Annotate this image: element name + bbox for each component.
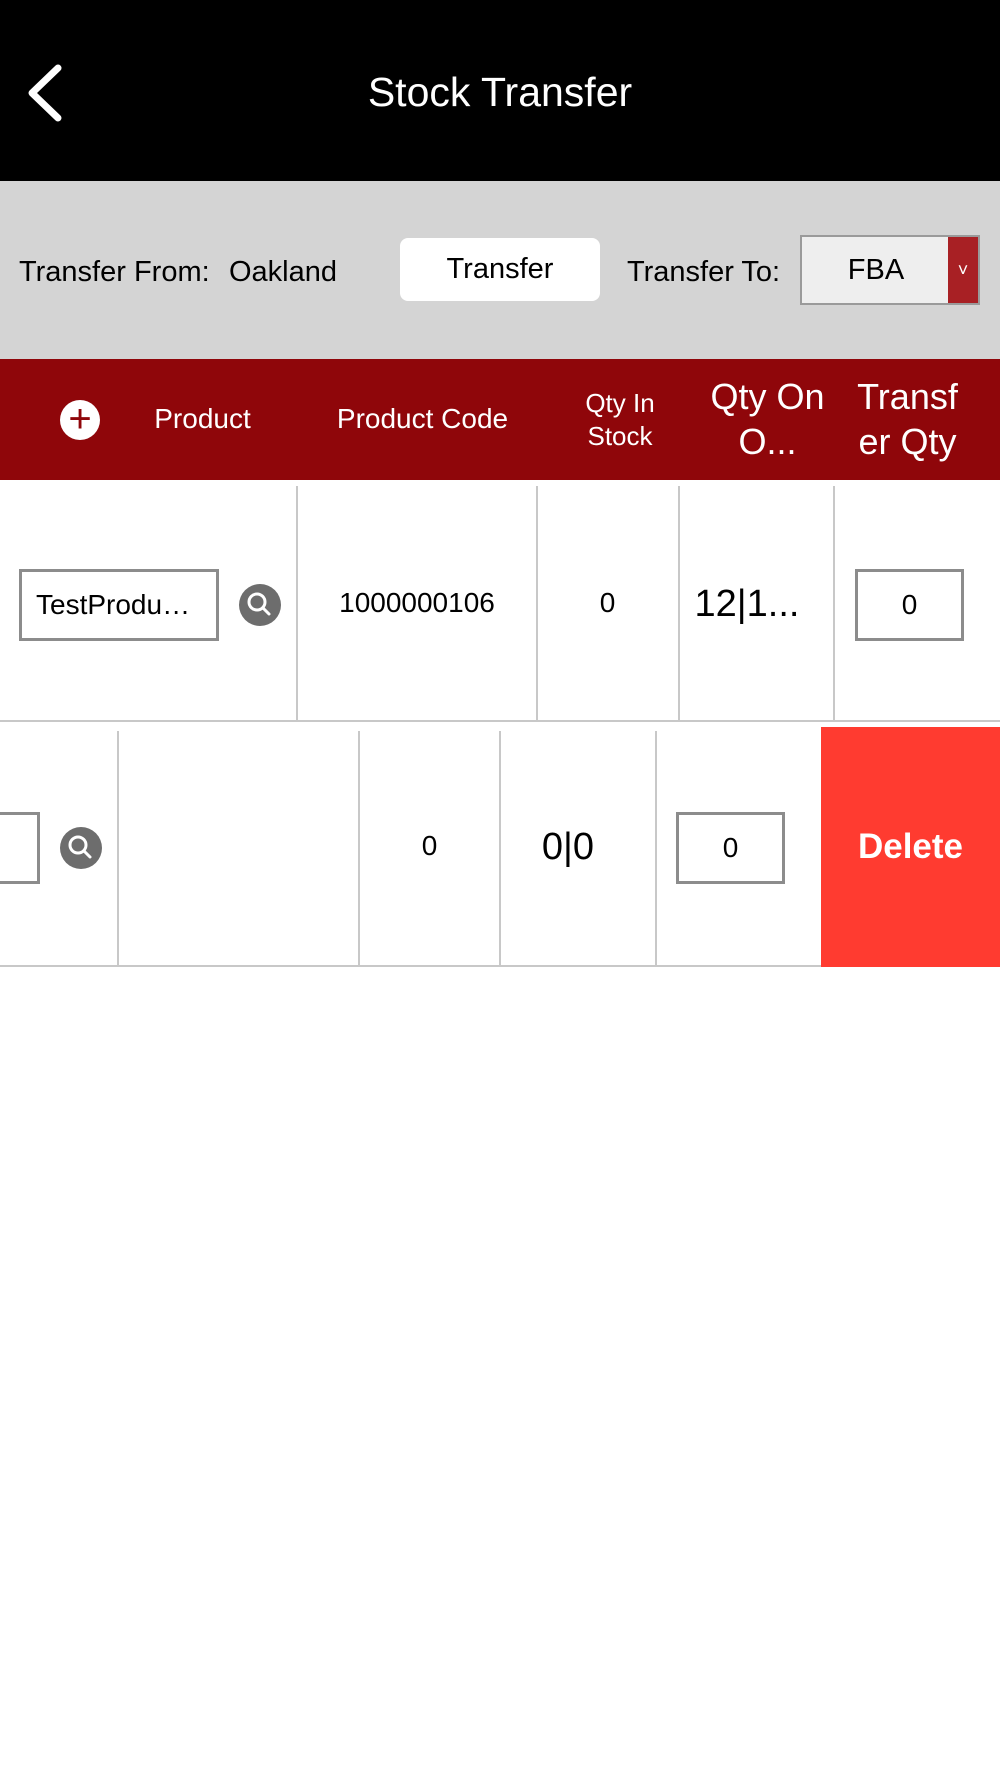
table-row: 1000000106 0 12|1... (0, 482, 1000, 722)
column-header-qty-in-stock: Qty In Stock (585, 388, 655, 451)
column-header-transfer-qty: Transf er Qty (857, 376, 958, 462)
qty-on-order-cell: 0|0 (541, 826, 595, 868)
transfer-qty-input[interactable] (855, 569, 964, 641)
transfer-to-select[interactable]: FBA ˅ (800, 235, 980, 305)
navbar: Stock Transfer (0, 0, 1000, 181)
page-title: Stock Transfer (367, 69, 633, 115)
transfer-qty-input[interactable] (676, 812, 785, 884)
chevron-down-icon[interactable]: ˅ (948, 237, 978, 303)
product-input[interactable] (0, 812, 40, 884)
qty-in-stock-cell: 0 (599, 587, 616, 618)
column-divider (678, 486, 680, 722)
qty-on-order-cell: 12|1... (694, 583, 800, 625)
column-header-product: Product (154, 403, 251, 434)
product-code-cell: 1000000106 (339, 587, 495, 618)
transfer-filter-bar: Transfer From: Oakland Transfer Transfer… (0, 181, 1000, 359)
column-divider (833, 486, 835, 722)
delete-row-button[interactable]: Delete (821, 727, 1000, 967)
column-divider (536, 486, 538, 722)
column-divider (117, 731, 119, 967)
transfer-to-value: FBA (847, 254, 905, 286)
product-input[interactable] (19, 569, 219, 641)
column-header-qty-on-order: Qty On O... (710, 376, 825, 462)
qty-in-stock-cell: 0 (421, 830, 438, 861)
column-divider (296, 486, 298, 722)
transfer-to-label: Transfer To: (627, 256, 781, 288)
column-divider (655, 731, 657, 967)
search-icon[interactable] (60, 827, 102, 869)
transfer-from-value: Oakland (229, 256, 338, 288)
transfer-button[interactable]: Transfer (400, 238, 600, 301)
transfer-from-label: Transfer From: (19, 256, 210, 288)
column-divider (499, 731, 501, 967)
add-row-icon[interactable]: + (60, 399, 100, 440)
column-divider (358, 731, 360, 967)
search-icon[interactable] (239, 584, 281, 626)
table-header: Product Product Code Qty In Stock Qty On… (0, 359, 1000, 480)
column-header-product-code: Product Code (336, 403, 509, 434)
